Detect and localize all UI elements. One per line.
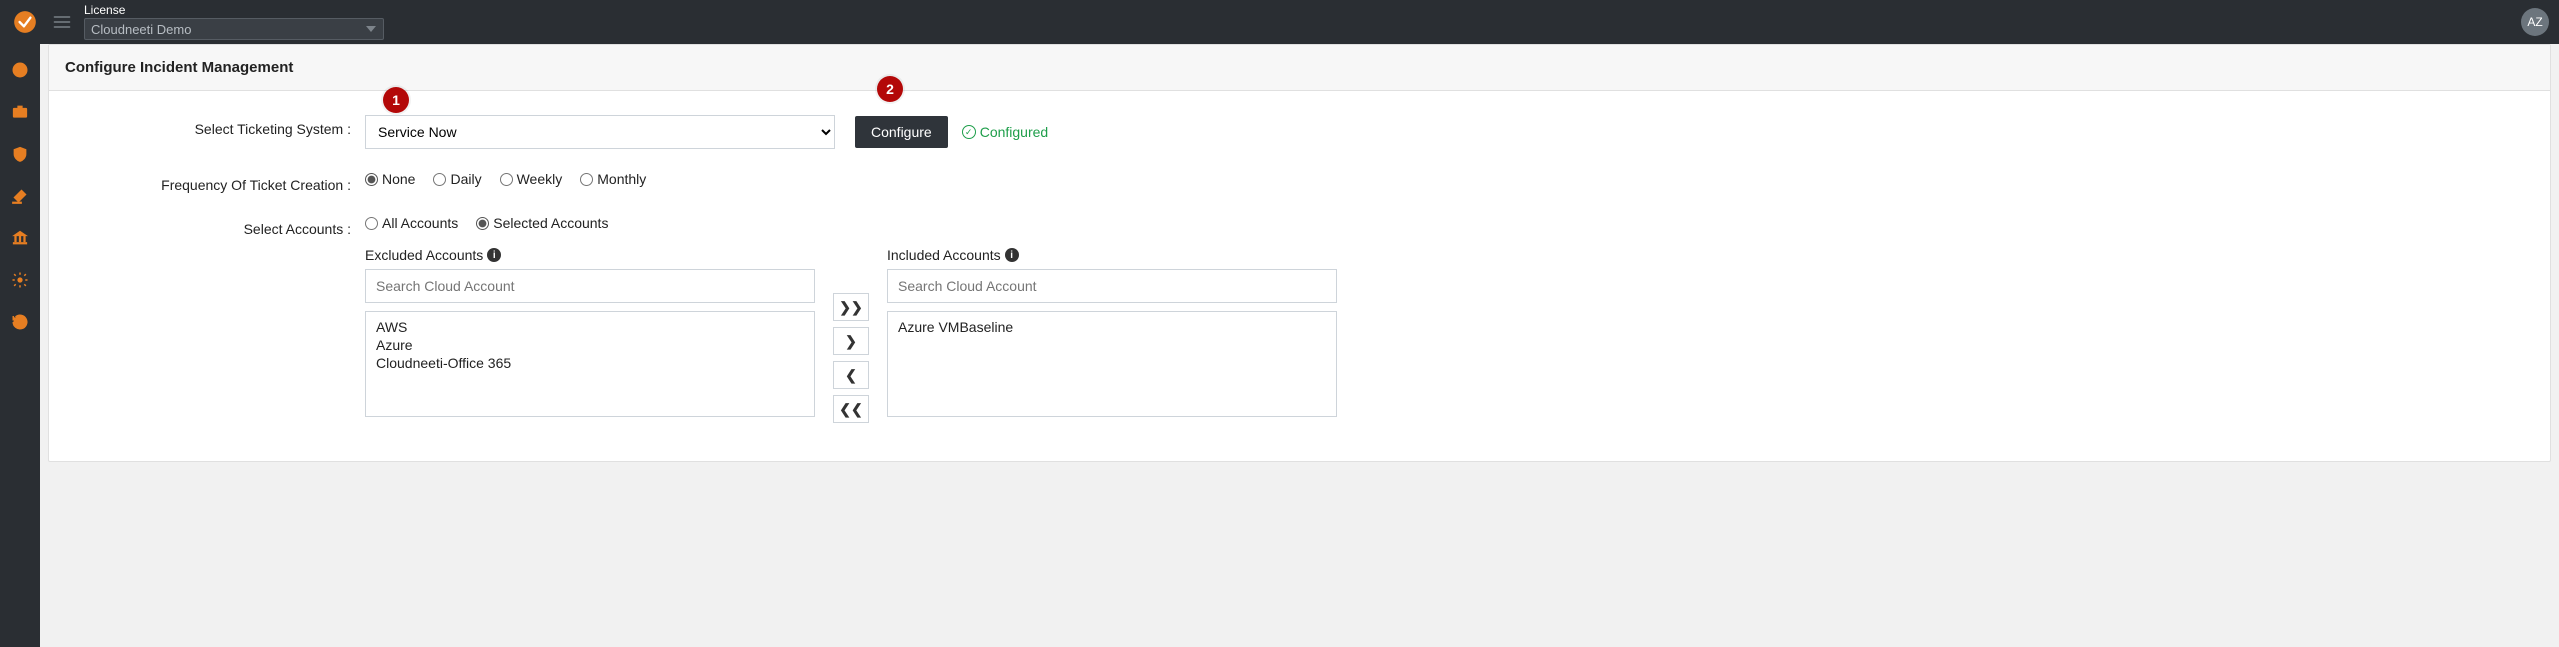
excluded-search-input[interactable] bbox=[365, 269, 815, 303]
list-item[interactable]: Azure VMBaseline bbox=[898, 318, 1326, 336]
excluded-column: Excluded Accounts i AWS Azure Cloudneeti… bbox=[365, 247, 815, 417]
configured-status: ✓ Configured bbox=[962, 124, 1049, 140]
content-area: Configure Incident Management Select Tic… bbox=[40, 44, 2559, 647]
frequency-daily[interactable]: Daily bbox=[433, 171, 481, 187]
included-title: Included Accounts bbox=[887, 247, 1001, 263]
history-icon[interactable] bbox=[8, 310, 32, 334]
bank-icon[interactable] bbox=[8, 226, 32, 250]
list-item[interactable]: Cloudneeti-Office 365 bbox=[376, 354, 804, 372]
ticketing-select[interactable]: Service Now bbox=[365, 115, 835, 149]
topbar: License Cloudneeti Demo AZ bbox=[0, 0, 2559, 44]
panel-header: Configure Incident Management bbox=[49, 45, 2550, 91]
briefcase-icon[interactable] bbox=[8, 100, 32, 124]
dual-list: Excluded Accounts i AWS Azure Cloudneeti… bbox=[365, 247, 1337, 423]
configure-button[interactable]: Configure bbox=[855, 116, 948, 148]
accounts-label: Select Accounts : bbox=[65, 215, 365, 237]
info-icon[interactable]: i bbox=[1005, 248, 1019, 262]
included-column: Included Accounts i Azure VMBaseline bbox=[887, 247, 1337, 417]
excluded-title: Excluded Accounts bbox=[365, 247, 483, 263]
user-avatar[interactable]: AZ bbox=[2521, 8, 2549, 36]
license-label: License bbox=[84, 4, 384, 16]
move-all-right-button[interactable]: ❯❯ bbox=[833, 293, 869, 321]
step-badge-1: 1 bbox=[383, 87, 409, 113]
excluded-list[interactable]: AWS Azure Cloudneeti-Office 365 bbox=[365, 311, 815, 417]
ticketing-label: Select Ticketing System : bbox=[65, 115, 365, 137]
included-search-input[interactable] bbox=[887, 269, 1337, 303]
accounts-selected[interactable]: Selected Accounts bbox=[476, 215, 608, 231]
transfer-buttons: ❯❯ ❯ ❮ ❮❮ bbox=[833, 247, 869, 423]
config-panel: Configure Incident Management Select Tic… bbox=[48, 44, 2551, 462]
step-badge-2: 2 bbox=[877, 76, 903, 102]
frequency-monthly[interactable]: Monthly bbox=[580, 171, 646, 187]
sidebar bbox=[0, 44, 40, 647]
move-left-button[interactable]: ❮ bbox=[833, 361, 869, 389]
included-list[interactable]: Azure VMBaseline bbox=[887, 311, 1337, 417]
move-right-button[interactable]: ❯ bbox=[833, 327, 869, 355]
shield-icon[interactable] bbox=[8, 142, 32, 166]
info-icon[interactable]: i bbox=[487, 248, 501, 262]
gear-icon[interactable] bbox=[8, 268, 32, 292]
license-selector-block: License Cloudneeti Demo bbox=[84, 4, 384, 40]
move-all-left-button[interactable]: ❮❮ bbox=[833, 395, 869, 423]
list-item[interactable]: AWS bbox=[376, 318, 804, 336]
app-logo bbox=[10, 7, 40, 37]
list-item[interactable]: Azure bbox=[376, 336, 804, 354]
frequency-none[interactable]: None bbox=[365, 171, 415, 187]
gavel-icon[interactable] bbox=[8, 184, 32, 208]
frequency-weekly[interactable]: Weekly bbox=[500, 171, 563, 187]
dashboard-icon[interactable] bbox=[8, 58, 32, 82]
frequency-label: Frequency Of Ticket Creation : bbox=[65, 171, 365, 193]
check-icon: ✓ bbox=[962, 125, 976, 139]
license-select[interactable]: Cloudneeti Demo bbox=[84, 18, 384, 40]
accounts-radio-group: All Accounts Selected Accounts bbox=[365, 215, 608, 231]
page-title: Configure Incident Management bbox=[65, 59, 2534, 76]
menu-toggle[interactable] bbox=[52, 12, 72, 32]
frequency-radio-group: None Daily Weekly Monthly bbox=[365, 171, 646, 187]
accounts-all[interactable]: All Accounts bbox=[365, 215, 458, 231]
